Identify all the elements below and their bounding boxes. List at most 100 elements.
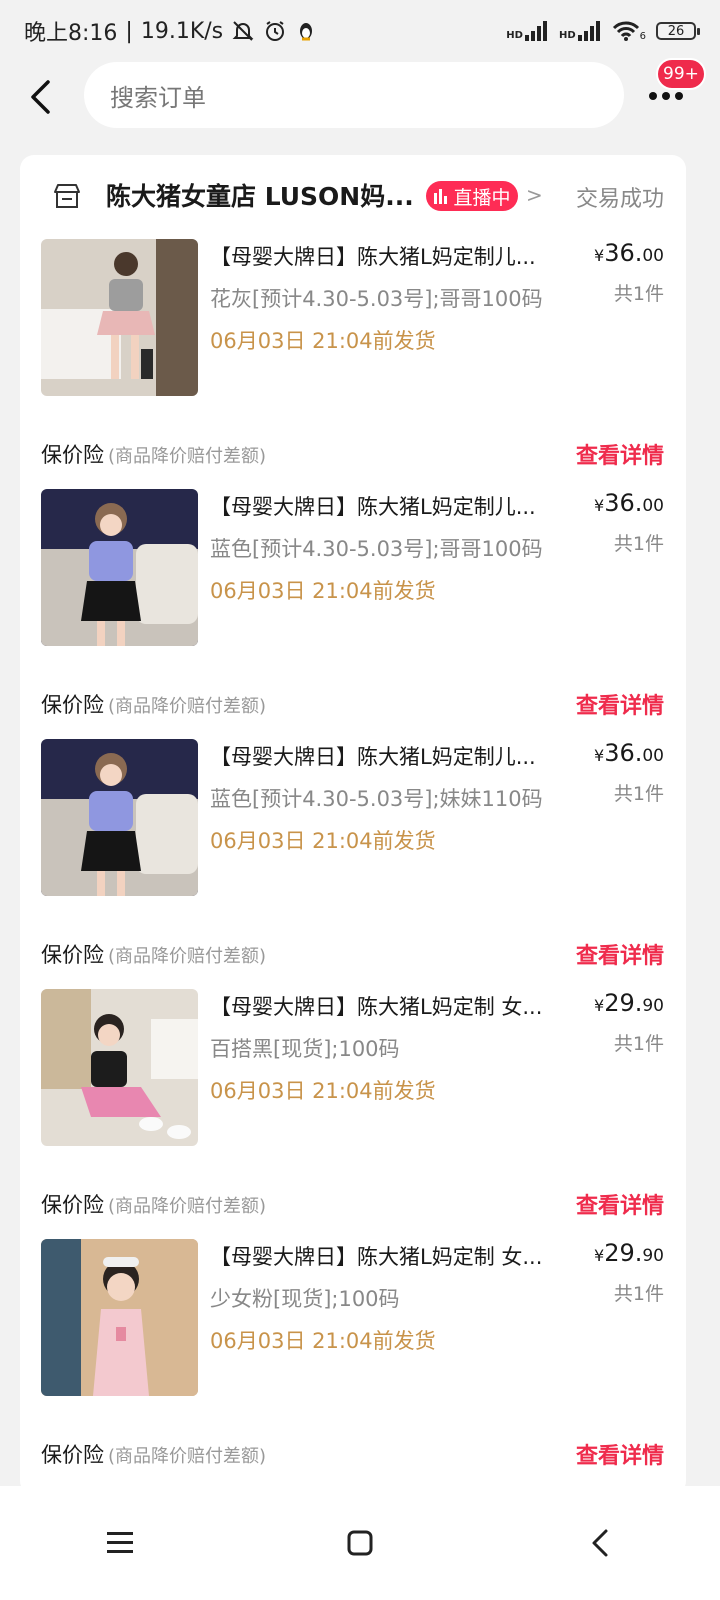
search-input[interactable]: 搜索订单 — [84, 62, 624, 128]
product-thumbnail[interactable] — [41, 739, 198, 896]
shipping-deadline: 06月03日 21:04前发货 — [210, 1079, 436, 1103]
product-spec: 百搭黑[现货];100码 — [210, 1037, 400, 1061]
back-button[interactable] — [18, 72, 62, 122]
price-cents: 00 — [642, 496, 664, 516]
product-image — [41, 489, 198, 646]
chevron-right-icon: > — [526, 183, 543, 207]
search-placeholder: 搜索订单 — [110, 83, 206, 112]
back-icon — [592, 1529, 608, 1557]
insurance-label: 保价险 (商品降价赔付差额) — [41, 1439, 266, 1469]
live-bars-icon — [434, 189, 448, 204]
price-cents: 00 — [642, 246, 664, 266]
product-quantity: 共1件 — [613, 783, 664, 805]
view-details-link[interactable]: 查看详情 — [576, 438, 664, 470]
product-thumbnail[interactable] — [41, 1239, 198, 1396]
header: 搜索订单 — [0, 62, 720, 132]
product-thumbnail[interactable] — [41, 239, 198, 396]
product-price: ¥29.90 — [594, 1239, 664, 1267]
price-cents: 00 — [642, 746, 664, 766]
product-spec: 花灰[预计4.30-5.03号];哥哥100码 — [210, 287, 543, 311]
price-integer: 36. — [604, 239, 643, 267]
live-badge[interactable]: 直播中 — [426, 181, 518, 211]
wifi-num: 6 — [639, 31, 646, 42]
shipping-deadline: 06月03日 21:04前发货 — [210, 579, 436, 603]
insurance-label: 保价险 (商品降价赔付差额) — [41, 689, 266, 719]
nav-back-button[interactable] — [570, 1513, 630, 1573]
insurance-note: (商品降价赔付差额) — [108, 696, 267, 717]
shipping-deadline: 06月03日 21:04前发货 — [210, 829, 436, 853]
order-status: 交易成功 — [575, 187, 664, 212]
insurance-note: (商品降价赔付差额) — [108, 446, 267, 467]
product-thumbnail[interactable] — [41, 989, 198, 1146]
product-image — [41, 1239, 198, 1396]
shipping-deadline: 06月03日 21:04前发货 — [210, 1329, 436, 1353]
price-currency: ¥ — [594, 246, 605, 265]
signal-bars-2-icon — [577, 21, 600, 41]
price-integer: 36. — [604, 489, 643, 517]
product-price: ¥36.00 — [594, 239, 664, 267]
order-card[interactable]: 陈大猪女童店 LUSON妈... 直播中 > 交易成功 【母婴大牌日】陈大猪L妈… — [20, 155, 686, 1495]
view-details-link[interactable]: 查看详情 — [576, 938, 664, 970]
product-quantity: 共1件 — [613, 1283, 664, 1305]
product-title: 【母婴大牌日】陈大猪L妈定制儿... — [210, 245, 536, 269]
product-item[interactable]: 【母婴大牌日】陈大猪L妈定制儿... 花灰[预计4.30-5.03号];哥哥10… — [20, 239, 686, 489]
insurance-title: 保价险 — [41, 443, 104, 467]
system-nav-bar — [0, 1486, 720, 1600]
view-details-link[interactable]: 查看详情 — [576, 688, 664, 720]
insurance-title: 保价险 — [41, 1443, 104, 1467]
nav-menu-button[interactable] — [90, 1513, 150, 1573]
menu-icon — [107, 1532, 133, 1553]
view-details-link[interactable]: 查看详情 — [576, 1188, 664, 1220]
insurance-label: 保价险 (商品降价赔付差额) — [41, 439, 266, 469]
signal2-label: HD — [558, 30, 576, 41]
product-price: ¥29.90 — [594, 989, 664, 1017]
mute-bell-icon — [232, 21, 254, 41]
alarm-clock-icon — [266, 21, 285, 41]
product-title: 【母婴大牌日】陈大猪L妈定制 女... — [210, 995, 543, 1019]
status-bar-left: 晚上8:16 | 19.1K/s — [24, 15, 317, 47]
product-item[interactable]: 【母婴大牌日】陈大猪L妈定制 女... 少女粉[现货];100码 06月03日 … — [20, 1239, 686, 1489]
view-details-link[interactable]: 查看详情 — [576, 1438, 664, 1470]
product-image — [41, 239, 198, 396]
price-integer: 29. — [604, 1239, 643, 1267]
price-cents: 90 — [642, 996, 664, 1016]
status-time: 晚上8:16 — [24, 21, 118, 46]
product-quantity: 共1件 — [613, 283, 664, 305]
signal-hd-icon: HD — [506, 21, 549, 41]
insurance-label: 保价险 (商品降价赔付差额) — [41, 939, 266, 969]
status-separator: | — [125, 18, 133, 44]
insurance-note: (商品降价赔付差额) — [108, 946, 267, 967]
price-currency: ¥ — [594, 746, 605, 765]
status-bar: 晚上8:16 | 19.1K/s HD HD 6 26 — [0, 0, 720, 62]
notification-badge: 99+ — [656, 58, 706, 90]
product-thumbnail[interactable] — [41, 489, 198, 646]
home-icon — [347, 1530, 373, 1556]
product-price: ¥36.00 — [594, 739, 664, 767]
price-currency: ¥ — [594, 1246, 605, 1265]
price-currency: ¥ — [594, 496, 605, 515]
insurance-title: 保价险 — [41, 1193, 104, 1217]
wifi-icon: 6 — [612, 20, 646, 42]
product-image — [41, 989, 198, 1146]
price-integer: 29. — [604, 989, 643, 1017]
product-price: ¥36.00 — [594, 489, 664, 517]
product-quantity: 共1件 — [613, 1033, 664, 1055]
product-item[interactable]: 【母婴大牌日】陈大猪L妈定制儿... 蓝色[预计4.30-5.03号];妹妹11… — [20, 739, 686, 989]
product-item[interactable]: 【母婴大牌日】陈大猪L妈定制 女... 百搭黑[现货];100码 06月03日 … — [20, 989, 686, 1239]
product-image — [41, 739, 198, 896]
price-currency: ¥ — [594, 996, 605, 1015]
qq-penguin-icon — [300, 23, 313, 41]
insurance-note: (商品降价赔付差额) — [108, 1196, 267, 1217]
product-item[interactable]: 【母婴大牌日】陈大猪L妈定制儿... 蓝色[预计4.30-5.03号];哥哥10… — [20, 489, 686, 739]
shop-icon — [54, 184, 80, 208]
insurance-note: (商品降价赔付差额) — [108, 1446, 267, 1467]
status-bar-right: HD HD 6 26 — [506, 20, 700, 42]
signal1-label: HD — [506, 30, 523, 41]
nav-home-button[interactable] — [330, 1513, 390, 1573]
product-quantity: 共1件 — [613, 533, 664, 555]
signal-bars-1-icon — [524, 21, 547, 41]
product-spec: 少女粉[现货];100码 — [210, 1287, 400, 1311]
shop-name[interactable]: 陈大猪女童店 LUSON妈... — [106, 177, 416, 213]
shop-row[interactable]: 陈大猪女童店 LUSON妈... 直播中 > 交易成功 — [20, 155, 686, 235]
product-spec: 蓝色[预计4.30-5.03号];妹妹110码 — [210, 787, 543, 811]
